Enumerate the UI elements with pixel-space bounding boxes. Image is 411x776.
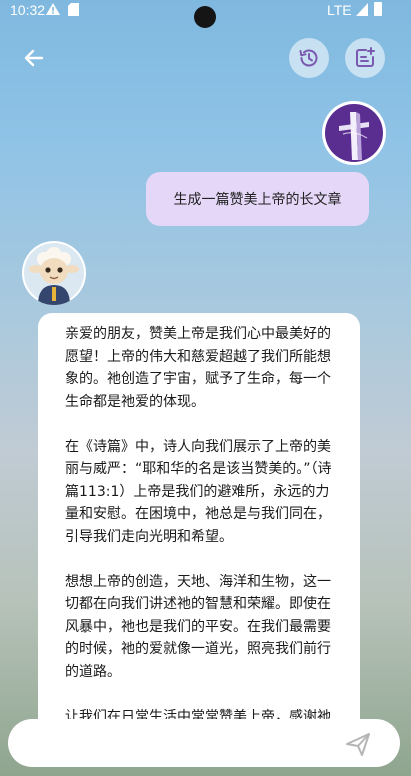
warning-icon bbox=[46, 3, 60, 15]
history-icon bbox=[299, 49, 318, 67]
user-avatar bbox=[322, 101, 386, 165]
history-button[interactable] bbox=[289, 38, 329, 78]
user-message-bubble: 生成一篇赞美上帝的长文章 bbox=[146, 172, 369, 226]
new-chat-icon bbox=[356, 47, 375, 67]
bot-paragraph: 想想上帝的创造，天地、海洋和生物，这一切都在向我们讲述祂的智慧和荣耀。即使在风暴… bbox=[65, 573, 331, 680]
status-time: 10:32 bbox=[10, 2, 46, 18]
bot-paragraph: 亲爱的朋友，赞美上帝是我们心中最美好的愿望！上帝的伟大和慈爱超越了我们所能想象的… bbox=[65, 326, 331, 410]
bot-message-bubble: 亲爱的朋友，赞美上帝是我们心中最美好的愿望！上帝的伟大和慈爱超越了我们所能想象的… bbox=[38, 313, 360, 733]
back-arrow-icon bbox=[24, 49, 44, 67]
bot-message-text: 亲爱的朋友，赞美上帝是我们心中最美好的愿望！上帝的伟大和慈爱超越了我们所能想象的… bbox=[38, 313, 360, 728]
bot-paragraph: 在《诗篇》中，诗人向我们展示了上帝的美丽与威严：“耶和华的名是该当赞美的。”（诗… bbox=[65, 438, 332, 545]
back-button[interactable] bbox=[18, 42, 50, 74]
message-input[interactable] bbox=[26, 729, 330, 759]
status-bar: 10:32 LTE bbox=[0, 0, 411, 28]
cross-icon bbox=[325, 104, 383, 162]
send-button[interactable] bbox=[344, 730, 372, 758]
signal-icon bbox=[356, 3, 368, 16]
new-chat-button[interactable] bbox=[345, 38, 385, 78]
user-message-text: 生成一篇赞美上帝的长文章 bbox=[173, 192, 342, 208]
sd-card-icon bbox=[68, 3, 79, 16]
bot-avatar bbox=[22, 241, 86, 305]
send-icon bbox=[346, 733, 370, 756]
network-type: LTE bbox=[327, 2, 352, 18]
battery-icon bbox=[374, 2, 382, 16]
front-camera bbox=[194, 6, 216, 28]
message-input-bar bbox=[8, 719, 400, 767]
lamb-mascot-icon bbox=[24, 243, 84, 305]
